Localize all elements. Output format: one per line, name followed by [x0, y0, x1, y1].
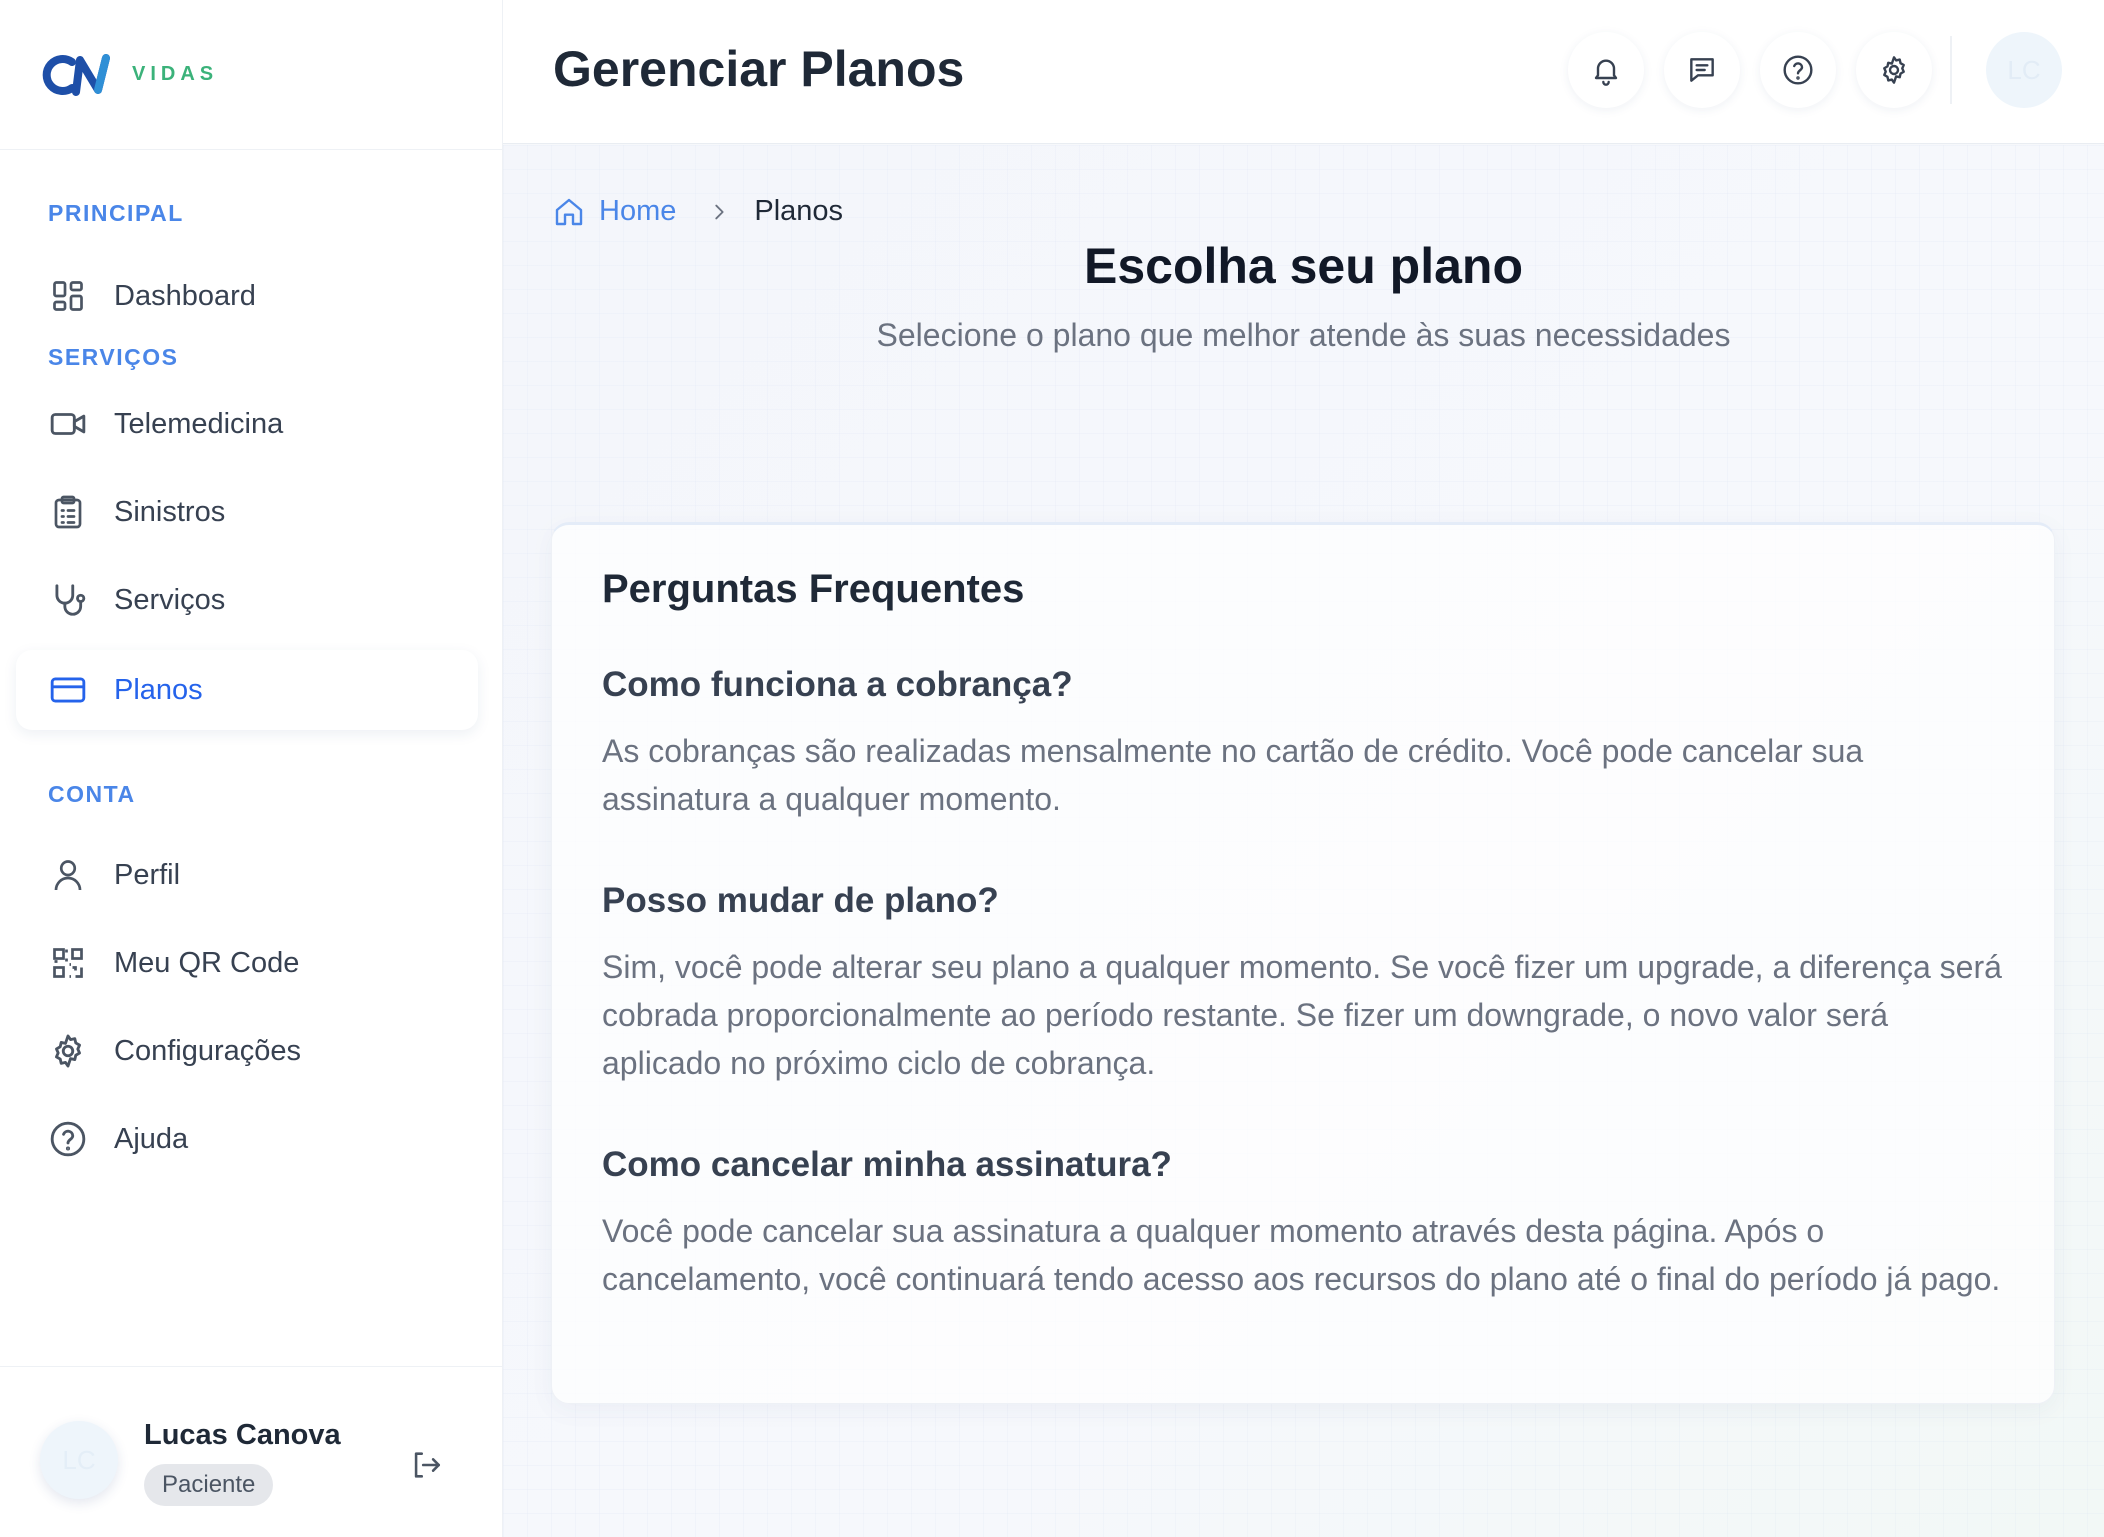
section-label-conta: CONTA [48, 781, 136, 807]
sidebar-item-label: Planos [114, 673, 203, 706]
home-icon [555, 198, 583, 225]
brand-name: VIDAS [132, 63, 219, 85]
sidebar-item-planos[interactable]: Planos [16, 650, 478, 730]
sidebar-item-label: Ajuda [114, 1122, 189, 1155]
logout-icon [414, 1452, 441, 1478]
sidebar-item-label: Serviços [114, 583, 226, 616]
gear-icon [1883, 56, 1905, 84]
message-icon [1690, 58, 1714, 82]
section-subtitle: Selecione o plano que melhor atende às s… [876, 317, 1731, 353]
notifications-button[interactable] [1568, 32, 1644, 108]
sidebar-item-sinistros[interactable]: Sinistros [16, 472, 478, 552]
credit-card-icon [48, 670, 88, 710]
app-root: VIDAS PRINCIPAL Dashboard SERVIÇOS Telem… [0, 0, 2104, 1537]
header-divider [1950, 36, 1952, 104]
sidebar-item-label: Meu QR Code [114, 946, 300, 979]
sidebar-item-telemedicina[interactable]: Telemedicina [16, 384, 478, 464]
header-avatar[interactable]: LC [1986, 32, 2062, 108]
avatar-initials: LC [2007, 54, 2041, 85]
sidebar-item-configuracoes[interactable]: Configurações [16, 1011, 478, 1091]
sidebar-item-ajuda[interactable]: Ajuda [16, 1099, 478, 1179]
user-icon [48, 855, 88, 895]
section-title: Escolha seu plano [1083, 238, 1523, 294]
faq-question: Como funciona a cobrança? [602, 665, 1073, 704]
messages-button[interactable] [1664, 32, 1740, 108]
breadcrumb-current: Planos [754, 195, 844, 227]
stethoscope-icon [48, 580, 88, 620]
settings-button[interactable] [1856, 32, 1932, 108]
gear-icon [48, 1031, 88, 1071]
bell-icon [1594, 59, 1618, 86]
top-header: Gerenciar Planos LC [503, 0, 2104, 144]
sidebar-item-qr-code[interactable]: Meu QR Code [16, 923, 478, 1003]
chevron-right-icon [708, 201, 730, 223]
faq-question: Como cancelar minha assinatura? [602, 1145, 1172, 1184]
help-circle-icon [48, 1119, 88, 1159]
section-label-servicos: SERVIÇOS [48, 344, 179, 370]
help-button[interactable] [1760, 32, 1836, 108]
qr-code-icon [48, 943, 88, 983]
help-circle-icon [1783, 55, 1813, 85]
sidebar-item-dashboard[interactable]: Dashboard [16, 256, 478, 336]
section-label-principal: PRINCIPAL [48, 200, 184, 226]
sidebar: VIDAS PRINCIPAL Dashboard SERVIÇOS Telem… [0, 0, 503, 1537]
cn-logo-icon [42, 53, 110, 96]
faq-heading: Perguntas Frequentes [602, 567, 1025, 611]
user-panel: LC Lucas Canova Paciente [0, 1366, 503, 1537]
faq-answer: Você pode cancelar sua assinatura a qual… [602, 1213, 2001, 1297]
clipboard-list-icon [48, 492, 88, 532]
breadcrumb: Home Planos [553, 195, 843, 228]
sidebar-item-servicos[interactable]: Serviços [16, 560, 478, 640]
page-title: Gerenciar Planos [553, 41, 965, 97]
user-role-badge: Paciente [144, 1464, 274, 1506]
sidebar-item-label: Configurações [114, 1034, 301, 1067]
sidebar-item-perfil[interactable]: Perfil [16, 835, 478, 915]
faq-answer: Sim, você pode alterar seu plano a qualq… [602, 949, 2002, 1081]
sidebar-item-label: Sinistros [114, 495, 226, 528]
faq-question: Posso mudar de plano? [602, 881, 999, 920]
user-name: Lucas Canova [144, 1419, 341, 1451]
sidebar-item-label: Perfil [114, 858, 181, 891]
avatar[interactable]: LC [40, 1421, 118, 1499]
dashboard-icon [48, 276, 88, 316]
brand-logo[interactable]: VIDAS [0, 0, 502, 150]
sidebar-item-label: Telemedicina [114, 407, 284, 440]
faq-card: Perguntas Frequentes Como funciona a cob… [551, 522, 2055, 1404]
breadcrumb-home-link[interactable]: Home [599, 195, 676, 228]
logout-button[interactable] [406, 1445, 446, 1485]
faq-answer: As cobranças são realizadas mensalmente … [602, 733, 1864, 817]
avatar-initials: LC [62, 1444, 96, 1475]
video-camera-icon [48, 404, 88, 444]
sidebar-item-label: Dashboard [114, 279, 256, 312]
main-content: Home Planos Escolha seu plano Selecione … [503, 145, 2104, 1537]
